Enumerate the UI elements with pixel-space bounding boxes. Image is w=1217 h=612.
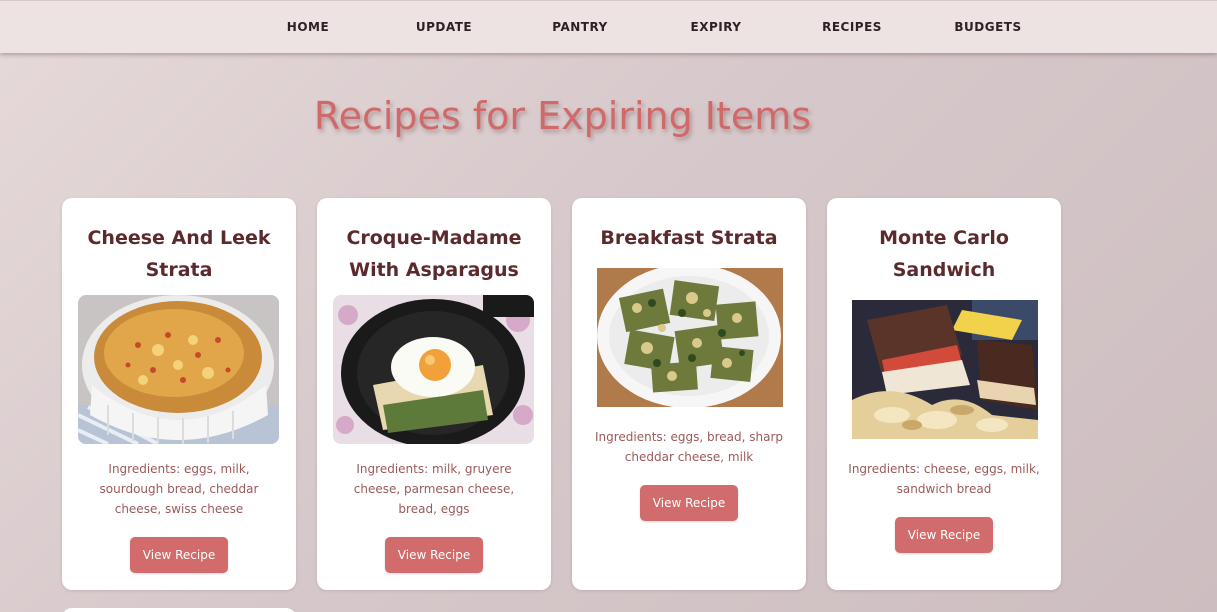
recipe-image xyxy=(78,295,279,444)
view-recipe-button[interactable]: View Recipe xyxy=(385,537,483,573)
recipe-card: Monte Carlo Sandwich Ingredients: cheese… xyxy=(827,198,1061,590)
nav-recipes-link[interactable]: RECIPES xyxy=(792,20,912,34)
recipe-ingredients: Ingredients: eggs, bread, sharp cheddar … xyxy=(594,430,784,464)
page-title: Recipes for Expiring Items xyxy=(313,94,812,138)
recipe-ingredients: Ingredients: cheese, eggs, milk, sandwic… xyxy=(848,462,1040,496)
recipe-title: Monte Carlo Sandwich xyxy=(879,227,1009,281)
recipe-image xyxy=(333,295,534,444)
recipe-image xyxy=(597,268,783,407)
recipe-title: Breakfast Strata xyxy=(600,227,778,249)
nav-pantry-link[interactable]: PANTRY xyxy=(520,20,640,34)
recipe-card: Cheese And Leek Strata Ingredients: eggs… xyxy=(62,198,296,590)
recipe-title: Croque-Madame With Asparagus xyxy=(346,227,522,281)
view-recipe-button[interactable]: View Recipe xyxy=(130,537,228,573)
view-recipe-button[interactable]: View Recipe xyxy=(640,485,738,521)
view-recipe-button[interactable]: View Recipe xyxy=(895,517,993,553)
nav-budgets-link[interactable]: BUDGETS xyxy=(928,20,1048,34)
recipe-ingredients: Ingredients: eggs, milk, sourdough bread… xyxy=(99,462,259,516)
nav-update-link[interactable]: UPDATE xyxy=(384,20,504,34)
recipe-ingredients: Ingredients: milk, gruyere cheese, parme… xyxy=(353,462,515,516)
recipe-card: Croque-Madame With Asparagus Ingredients… xyxy=(317,198,551,590)
nav-expiry-link[interactable]: EXPIRY xyxy=(656,20,776,34)
recipe-card-partial xyxy=(62,608,296,612)
nav-home-link[interactable]: HOME xyxy=(248,20,368,34)
top-navbar: HOME UPDATE PANTRY EXPIRY RECIPES BUDGET… xyxy=(0,0,1217,53)
recipe-title: Cheese And Leek Strata xyxy=(87,227,271,281)
recipe-image xyxy=(852,300,1038,439)
recipe-card: Breakfast Strata Ingredients: eggs, brea… xyxy=(572,198,806,590)
